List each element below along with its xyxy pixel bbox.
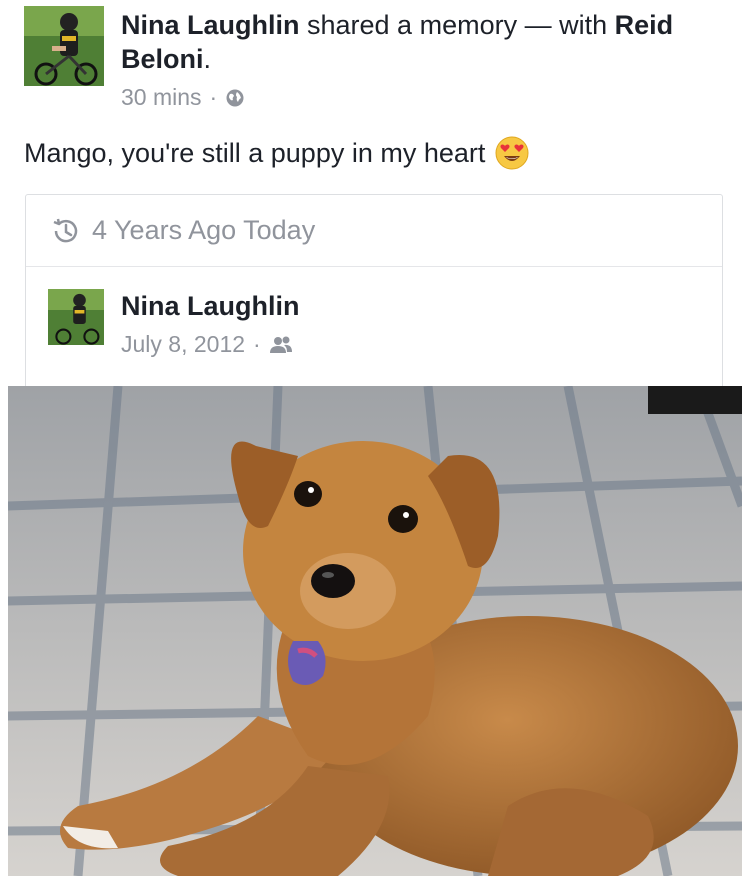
original-author-name[interactable]: Nina Laughlin <box>121 291 300 322</box>
post-meta: 30 mins · <box>121 84 721 111</box>
caption-text: Mango, you're still a puppy in my heart <box>24 137 486 168</box>
original-post-date[interactable]: July 8, 2012 <box>121 331 245 358</box>
author-avatar[interactable] <box>24 6 104 86</box>
post-caption: Mango, you're still a puppy in my heart <box>24 136 529 170</box>
globe-icon[interactable] <box>225 88 245 108</box>
memory-title: 4 Years Ago Today <box>92 215 316 245</box>
original-author-avatar[interactable] <box>48 289 104 345</box>
headline-punct: . <box>203 44 212 74</box>
meta-separator: · <box>209 84 218 110</box>
header-text: Nina Laughlin shared a memory — with Rei… <box>121 8 721 111</box>
share-action: shared a memory — with <box>299 10 615 40</box>
post-header: Nina Laughlin shared a memory — with Rei… <box>24 6 724 116</box>
share-headline: Nina Laughlin shared a memory — with Rei… <box>121 8 721 76</box>
friends-icon[interactable] <box>269 335 293 355</box>
heart-eyes-emoji <box>495 136 529 170</box>
history-icon <box>53 218 78 242</box>
memory-card[interactable]: 4 Years Ago Today Nina Laughlin July 8, … <box>25 194 723 390</box>
puppy-photo[interactable] <box>8 386 742 876</box>
memory-title-bar: 4 Years Ago Today <box>26 195 722 267</box>
original-meta-separator: · <box>253 331 261 357</box>
post-time[interactable]: 30 mins <box>121 84 202 111</box>
author-name[interactable]: Nina Laughlin <box>121 10 300 40</box>
original-post-header: Nina Laughlin July 8, 2012 · <box>26 267 722 387</box>
original-post-meta: July 8, 2012 · <box>121 331 293 358</box>
